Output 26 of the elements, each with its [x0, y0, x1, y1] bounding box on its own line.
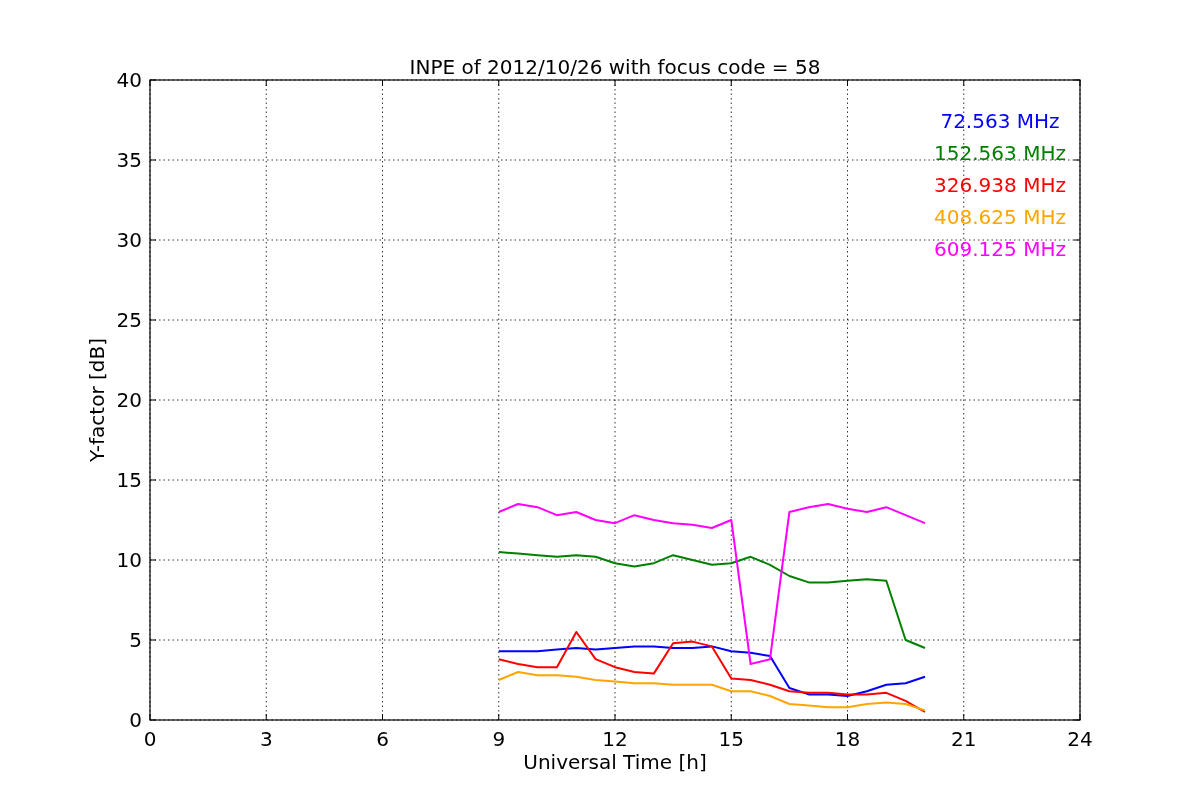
legend-label: 609.125 MHz	[934, 237, 1066, 261]
x-tick-label: 6	[376, 727, 389, 751]
y-tick-label: 30	[116, 228, 142, 252]
x-tick-label: 15	[718, 727, 744, 751]
legend-label: 408.625 MHz	[934, 205, 1066, 229]
y-tick-label: 0	[129, 708, 142, 732]
y-tick-label: 40	[116, 68, 142, 92]
x-tick-label: 24	[1067, 727, 1093, 751]
y-axis-label: Y-factor [dB]	[85, 338, 109, 462]
chart-title: INPE of 2012/10/26 with focus code = 58	[409, 55, 821, 79]
x-axis-label: Universal Time [h]	[523, 750, 707, 774]
y-tick-label: 20	[116, 388, 142, 412]
x-tick-label: 9	[492, 727, 506, 751]
x-tick-label: 3	[259, 727, 273, 751]
legend-label: 152.563 MHz	[934, 141, 1066, 165]
x-tick-label: 12	[602, 727, 628, 751]
y-tick-label: 35	[116, 148, 142, 172]
legend-label: 326.938 MHz	[934, 173, 1066, 197]
y-tick-label: 25	[116, 308, 142, 332]
x-tick-label: 18	[834, 727, 861, 751]
y-tick-label: 10	[116, 548, 142, 572]
y-tick-label: 5	[129, 628, 142, 652]
x-tick-label: 21	[951, 727, 977, 751]
x-tick-label: 0	[143, 727, 157, 751]
legend-label: 72.563 MHz	[940, 109, 1060, 133]
y-tick-label: 15	[116, 468, 142, 492]
